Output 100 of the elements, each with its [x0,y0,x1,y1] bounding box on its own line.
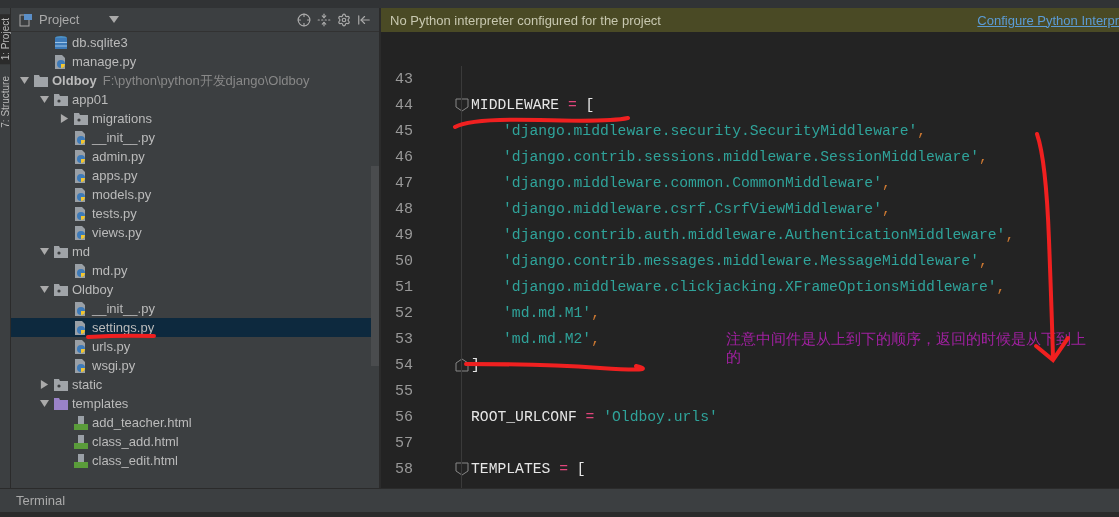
folder-icon [53,396,69,411]
expanded-arrow-icon[interactable] [39,285,49,294]
tree-item[interactable]: tests.py [11,204,371,223]
file-name: views.py [92,225,142,240]
tree-item[interactable]: models.py [11,185,371,204]
tree-item[interactable]: views.py [11,223,371,242]
code-line: MIDDLEWARE = [ [471,97,595,113]
tree-item[interactable]: class_add.html [11,432,371,451]
tree-item[interactable]: wsgi.py [11,356,371,375]
collapsed-arrow-icon[interactable] [39,380,49,389]
code-line: 'md.md.M2', [502,331,600,347]
tree-item[interactable]: Oldboy [11,280,371,299]
locate-icon[interactable] [297,12,311,27]
file-name: settings.py [92,320,155,335]
file-name: apps.py [92,168,138,183]
line-number: 54 [394,356,413,374]
underline-stroke [86,333,156,339]
line-number: 53 [394,330,413,348]
tree-item[interactable]: settings.py [11,318,371,337]
tree-item[interactable]: Oldboy F:\python\python开发django\Oldboy [11,71,371,90]
line-number: 43 [394,70,413,88]
file-name: app01 [72,92,109,107]
terminal-tab[interactable]: Terminal [16,493,66,508]
file-name: __init__.py [92,130,155,145]
line-number: 55 [394,382,413,400]
code-line: 'django.middleware.clickjacking.XFrameOptionsMiddleware', [502,279,1006,295]
tree-item[interactable]: class_edit.html [11,451,371,470]
path-hint: F:\python\python开发django\Oldboy [102,71,310,90]
fold-end-icon[interactable] [455,358,469,372]
file-name: class_add.html [92,434,179,449]
collapse-icon[interactable] [317,12,331,27]
database-icon [53,34,69,51]
code-line: 'django.middleware.common.CommonMiddleware', [502,175,891,191]
tool-window-tab[interactable]: 1: Project [0,14,11,65]
package-folder-icon [53,377,69,392]
file-name: Oldboy [72,282,114,297]
tree-item[interactable]: manage.py [11,52,371,71]
notification-message: No Python interpreter configured for the project [390,12,661,28]
package-folder-icon [53,244,69,259]
line-number: 51 [394,278,413,296]
file-name: db.sqlite3 [72,35,128,50]
expanded-arrow-icon[interactable] [39,399,49,408]
tree-item[interactable]: apps.py [11,166,371,185]
tool-window-tab[interactable]: 7: Structure [0,72,11,132]
expanded-arrow-icon[interactable] [19,76,29,85]
line-number: 50 [394,252,413,270]
line-number: 58 [394,460,413,478]
code-line: 'django.middleware.csrf.CsrfViewMiddleware', [502,201,891,217]
line-number: 57 [394,434,413,452]
tree-item[interactable]: __init__.py [11,299,371,318]
package-folder-icon [73,111,89,126]
project-view-icon [19,12,33,27]
line-number: 52 [394,304,413,322]
file-name: templates [72,396,129,411]
file-name: manage.py [72,54,137,69]
code-line: 'django.contrib.sessions.middleware.SessionMiddleware', [502,149,988,165]
file-name: md [72,244,91,259]
fold-start-icon[interactable] [455,98,469,112]
tree-item[interactable]: migrations [11,109,371,128]
package-folder-icon [53,282,69,297]
file-name: urls.py [92,339,131,354]
file-name: md.py [92,263,128,278]
file-name: models.py [92,187,152,202]
tree-item[interactable]: __init__.py [11,128,371,147]
settings-icon[interactable] [337,12,351,27]
html-file-icon [73,433,89,450]
tree-item[interactable]: md [11,242,371,261]
line-number: 46 [394,148,413,166]
code-line: 'md.md.M1', [502,305,600,321]
file-name: static [72,377,103,392]
panel-title: Project [39,12,80,27]
tree-item[interactable]: add_teacher.html [11,413,371,432]
tree-item[interactable]: static [11,375,371,394]
configure-link[interactable]: Configure Python Interpr [977,12,1119,28]
file-name: wsgi.py [92,358,136,373]
file-name: __init__.py [92,301,155,316]
line-number: 47 [394,174,413,192]
tree-item[interactable]: app01 [11,90,371,109]
expanded-arrow-icon[interactable] [39,95,49,104]
tree-item[interactable]: templates [11,394,371,413]
file-name: add_teacher.html [92,415,192,430]
fold-start-icon[interactable] [455,462,469,476]
file-name: tests.py [92,206,137,221]
expanded-arrow-icon[interactable] [39,247,49,256]
line-number: 44 [394,96,413,114]
tree-item[interactable]: urls.py [11,337,371,356]
scrollbar[interactable] [371,166,379,366]
line-number: 49 [394,226,413,244]
collapsed-arrow-icon[interactable] [59,114,69,123]
tree-item[interactable]: md.py [11,261,371,280]
hide-icon[interactable] [357,12,371,27]
code-line: ROOT_URLCONF = 'Oldboy.urls' [471,409,718,425]
html-file-icon [73,452,89,469]
code-line: TEMPLATES = [ [471,461,586,477]
tree-item[interactable]: admin.py [11,147,371,166]
line-number: 48 [394,200,413,218]
tree-item[interactable]: db.sqlite3 [11,33,371,52]
caret-icon[interactable] [109,15,120,24]
line-number: 56 [394,408,413,426]
file-name: admin.py [92,149,145,164]
